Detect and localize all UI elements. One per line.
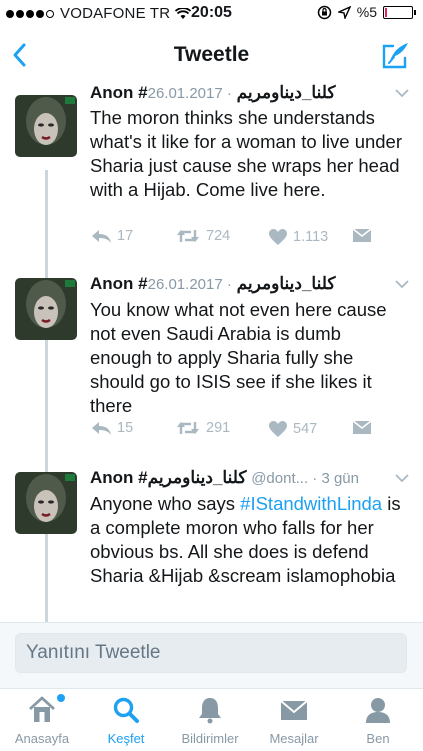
tweet-text-part: Anyone who says xyxy=(90,493,241,514)
compose-tweet-icon[interactable] xyxy=(379,40,411,72)
search-icon xyxy=(113,697,139,723)
retweet-count: 724 xyxy=(206,228,231,244)
chevron-down-icon[interactable] xyxy=(395,88,409,98)
retweet-icon xyxy=(177,230,199,242)
reply-input[interactable] xyxy=(15,633,407,673)
like-count: 1.113 xyxy=(293,229,329,245)
retweet-button[interactable]: 724 xyxy=(175,228,230,244)
reply-button[interactable]: 17 xyxy=(90,228,133,244)
like-count: 547 xyxy=(293,421,318,437)
avatar[interactable] xyxy=(15,278,77,340)
tab-label: Ben xyxy=(366,731,390,746)
tweet-handle-time: @dont... · 3 gün xyxy=(251,470,359,487)
envelope-icon xyxy=(352,228,372,242)
retweet-icon xyxy=(177,422,199,434)
battery-icon xyxy=(383,5,416,19)
thread-line xyxy=(45,170,48,268)
tweet-header: Anon #كلنا_ديناومريم · 26.01.2017 xyxy=(90,84,413,105)
profile-icon xyxy=(366,698,390,723)
direct-message-button[interactable] xyxy=(352,228,372,243)
tweet-header: Anon #كلنا_ديناومريم · 26.01.2017 xyxy=(90,274,413,296)
status-right: %5 xyxy=(317,4,416,20)
tweet-date: · 26.01.2017 xyxy=(147,85,232,102)
retweet-count: 291 xyxy=(206,420,231,436)
tab-bar: Anasayfa Keşfet Bildirimler Mesajlar Ben xyxy=(0,688,423,751)
reply-bar xyxy=(0,622,423,689)
reply-button[interactable]: 15 xyxy=(90,420,133,436)
tweet-text: Anyone who says #IStandwithLinda is a co… xyxy=(90,492,407,588)
tab-label: Keşfet xyxy=(107,731,145,746)
tab-profile[interactable]: Ben xyxy=(336,689,420,751)
reply-count: 17 xyxy=(117,228,134,244)
location-icon xyxy=(337,5,351,19)
page-title: Tweetle xyxy=(173,43,250,66)
tweet-feed[interactable]: Anon #كلنا_ديناومريم · 26.01.2017 The mo… xyxy=(0,84,423,622)
tab-label: Bildirimler xyxy=(181,731,239,746)
direct-message-button[interactable] xyxy=(352,420,372,435)
avatar[interactable] xyxy=(15,95,77,157)
hashtag-link[interactable]: #IStandwithLinda xyxy=(240,493,382,514)
avatar[interactable] xyxy=(15,472,77,534)
heart-icon xyxy=(269,229,287,245)
tweet-actions: 17 724 1.113 xyxy=(90,228,403,250)
thread-line xyxy=(45,340,48,462)
tab-notifications[interactable]: Bildirimler xyxy=(168,689,252,751)
tweet[interactable]: Anon #كلنا_ديناومريم · 26.01.2017 The mo… xyxy=(0,84,423,269)
tweet-header: Anon #كلنا_ديناومريم @dont... · 3 gün xyxy=(90,468,389,490)
bell-icon xyxy=(199,698,221,724)
like-button[interactable]: 547 xyxy=(268,420,317,438)
envelope-icon xyxy=(280,700,308,720)
tab-label: Anasayfa xyxy=(14,731,70,746)
status-bar: VODAFONE TR 20:05 %5 xyxy=(0,0,423,28)
tweet-actions: 15 291 547 xyxy=(90,420,403,442)
home-icon xyxy=(29,696,55,722)
tab-home[interactable]: Anasayfa xyxy=(0,689,84,751)
tab-explore[interactable]: Keşfet xyxy=(84,689,168,751)
battery-percent: %5 xyxy=(356,4,377,20)
tweet[interactable]: Anon #كلنا_ديناومريم · 26.01.2017 You kn… xyxy=(0,268,423,463)
reply-count: 15 xyxy=(117,420,134,436)
tweet-text: The moron thinks she understands what's … xyxy=(90,107,403,200)
thread-line xyxy=(45,268,48,278)
notification-dot xyxy=(57,694,65,702)
chevron-down-icon[interactable] xyxy=(395,473,409,483)
envelope-icon xyxy=(352,420,372,434)
tab-label: Mesajlar xyxy=(269,731,319,746)
tweet-text: You know what not even here cause not ev… xyxy=(90,299,387,416)
thread-line xyxy=(45,462,48,472)
tweet-date: · 26.01.2017 xyxy=(147,276,232,293)
heart-icon xyxy=(269,421,287,437)
like-button[interactable]: 1.113 xyxy=(268,228,328,246)
retweet-button[interactable]: 291 xyxy=(175,420,230,436)
tab-messages[interactable]: Mesajlar xyxy=(252,689,336,751)
reply-icon xyxy=(92,422,111,435)
reply-icon xyxy=(92,230,111,243)
chevron-down-icon[interactable] xyxy=(395,279,409,289)
nav-bar: Tweetle xyxy=(0,28,423,85)
tweet[interactable]: Anon #كلنا_ديناومريم @dont... · 3 gün An… xyxy=(0,462,423,622)
author-name[interactable]: Anon #كلنا_ديناومريم xyxy=(90,468,246,487)
rotation-lock-icon xyxy=(317,5,332,19)
thread-line xyxy=(45,534,48,622)
